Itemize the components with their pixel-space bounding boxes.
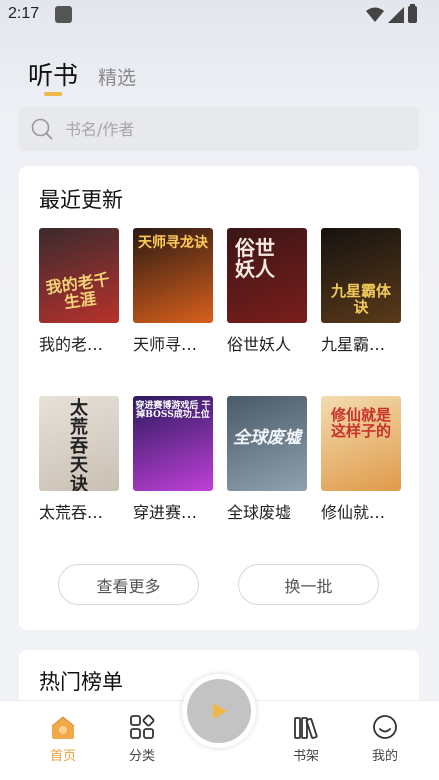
nav-category-label: 分类: [128, 749, 155, 764]
book-item[interactable]: 俗世妖人 俗世妖人: [227, 228, 307, 355]
view-more-button[interactable]: 查看更多: [58, 564, 199, 605]
book-cover-title: 天师寻龙诀: [138, 235, 208, 251]
section-title-recent: 最近更新: [39, 188, 123, 212]
home-icon: [51, 716, 75, 739]
player-button-wrap: [182, 674, 256, 748]
battery-icon: [408, 4, 417, 23]
book-title[interactable]: 修仙就…: [321, 499, 401, 523]
nav-category[interactable]: 分类: [112, 713, 172, 764]
tab-featured[interactable]: 精选: [98, 63, 136, 92]
book-cover[interactable]: 穿进赛博游戏后 干掉BOSS成功上位: [133, 396, 213, 491]
nav-profile-label: 我的: [371, 749, 398, 764]
status-time: 2:17: [8, 5, 40, 22]
play-icon: [213, 703, 227, 719]
book-item[interactable]: 我的老千生涯 我的老…: [39, 228, 119, 355]
nav-profile[interactable]: 我的: [355, 713, 415, 764]
book-title[interactable]: 九星霸…: [321, 331, 401, 355]
book-cover-title: 修仙就是这样子的: [330, 406, 391, 440]
book-cover-title: 全球废墟: [233, 428, 301, 448]
search-icon: [31, 118, 53, 140]
nav-home[interactable]: 首页: [33, 713, 93, 764]
book-cover[interactable]: 全球废墟: [227, 396, 307, 491]
book-item[interactable]: 太荒吞天诀 太荒吞…: [39, 396, 119, 523]
refresh-batch-button[interactable]: 换一批: [238, 564, 379, 605]
book-title[interactable]: 俗世妖人: [227, 331, 307, 355]
book-title[interactable]: 全球废墟: [227, 499, 307, 523]
signal-icon: [388, 6, 404, 23]
book-title[interactable]: 穿进赛…: [133, 499, 213, 523]
search-input[interactable]: [65, 119, 365, 139]
section-title-hot: 热门榜单: [39, 670, 123, 694]
book-item[interactable]: 修仙就是这样子的 修仙就…: [321, 396, 401, 523]
book-title[interactable]: 我的老…: [39, 331, 119, 355]
book-cover[interactable]: 我的老千生涯: [39, 228, 119, 323]
category-icon: [130, 714, 155, 739]
tab-active-indicator: [44, 92, 62, 96]
book-cover-title: 我的老千生涯: [44, 269, 111, 312]
tab-audiobook-label: 听书: [28, 61, 79, 90]
tab-audiobook[interactable]: 听书: [28, 56, 79, 96]
book-item[interactable]: 穿进赛博游戏后 干掉BOSS成功上位 穿进赛…: [133, 396, 213, 523]
book-cover[interactable]: 俗世妖人: [227, 228, 307, 323]
nav-home-label: 首页: [49, 749, 76, 764]
profile-icon: [373, 715, 397, 739]
book-cover[interactable]: 九星霸体诀: [321, 228, 401, 323]
book-title[interactable]: 太荒吞…: [39, 499, 119, 523]
book-item[interactable]: 全球废墟 全球废墟: [227, 396, 307, 523]
book-cover-title: 九星霸体诀: [330, 282, 391, 316]
book-title[interactable]: 天师寻…: [133, 331, 213, 355]
book-item[interactable]: 天师寻龙诀 天师寻…: [133, 228, 213, 355]
play-button[interactable]: [187, 679, 251, 743]
search-bar[interactable]: [19, 107, 419, 151]
notification-app-icon: [55, 6, 72, 23]
book-cover-title: 穿进赛博游戏后 干掉BOSS成功上位: [135, 401, 211, 421]
bookshelf-icon: [294, 717, 318, 739]
book-cover[interactable]: 太荒吞天诀: [39, 396, 119, 491]
nav-bookshelf[interactable]: 书架: [276, 713, 336, 764]
book-cover-title: 太荒吞天诀: [70, 398, 88, 491]
book-cover[interactable]: 天师寻龙诀: [133, 228, 213, 323]
status-bar: 2:17: [0, 0, 439, 30]
book-cover[interactable]: 修仙就是这样子的: [321, 396, 401, 491]
top-tabs: 听书 精选: [28, 56, 136, 96]
wifi-icon: [366, 7, 384, 22]
status-indicators: [366, 4, 417, 23]
nav-bookshelf-label: 书架: [292, 749, 319, 764]
book-cover-title: 俗世妖人: [235, 236, 275, 281]
recent-updates-card: 最近更新 我的老千生涯 我的老… 天师寻龙诀 天师寻… 俗世妖人 俗世妖人 九星…: [19, 166, 419, 630]
book-item[interactable]: 九星霸体诀 九星霸…: [321, 228, 401, 355]
